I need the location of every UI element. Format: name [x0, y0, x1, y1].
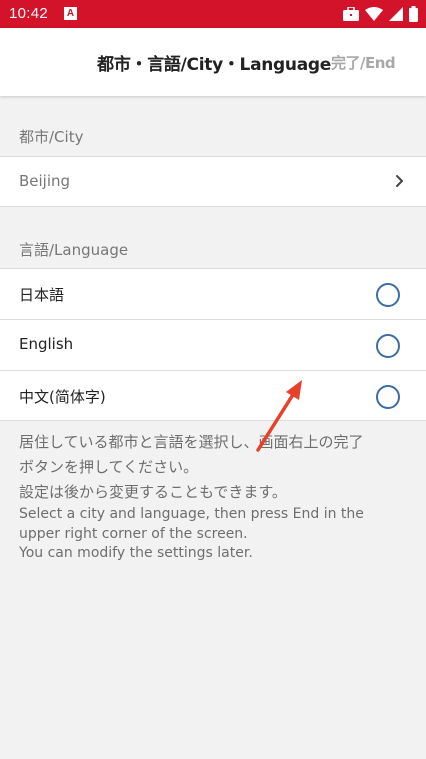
battery-icon — [409, 6, 418, 22]
status-time: 10:42 — [9, 5, 49, 22]
page-title: 都市・言語/City・Language — [97, 55, 331, 75]
help-text: 居住している都市と言語を選択し、画面右上の完了 ボタンを押してください。 設定は… — [19, 430, 409, 564]
help-en-line: You can modify the settings later. — [19, 545, 253, 561]
help-en-line: upper right corner of the screen. — [19, 525, 248, 542]
signal-icon — [389, 7, 403, 21]
language-section-header: 言語/Language — [19, 241, 129, 259]
status-icons — [343, 5, 418, 23]
city-section-header: 都市/City — [19, 128, 84, 146]
end-button[interactable]: 完了/End — [331, 52, 396, 73]
selected-city: Beijing — [19, 172, 71, 190]
app-bar: 都市・言語/City・Language 完了/End — [0, 28, 426, 96]
briefcase-icon — [343, 7, 359, 21]
radio-button[interactable] — [376, 334, 400, 358]
radio-button[interactable] — [376, 283, 400, 307]
language-label: English — [19, 335, 74, 353]
chevron-right-icon — [396, 175, 403, 187]
language-option-chinese[interactable]: 中文(简体字) — [0, 370, 426, 421]
language-option-japanese[interactable]: 日本語 — [0, 268, 426, 319]
status-bar: 10:42 A — [0, 0, 426, 28]
help-en-line: Select a city and language, then press E… — [19, 506, 364, 522]
notification-a-icon: A — [64, 7, 77, 20]
city-row[interactable]: Beijing — [0, 156, 426, 207]
language-label: 中文(简体字) — [19, 388, 106, 406]
wifi-icon — [365, 7, 383, 21]
help-jp-line: 居住している都市と言語を選択し、画面右上の完了 — [19, 433, 364, 451]
help-jp-line: 設定は後から変更することもできます。 — [19, 483, 287, 501]
language-label: 日本語 — [19, 286, 65, 304]
help-jp-line: ボタンを押してください。 — [19, 458, 199, 476]
language-option-english[interactable]: English — [0, 319, 426, 370]
radio-button[interactable] — [376, 385, 400, 409]
